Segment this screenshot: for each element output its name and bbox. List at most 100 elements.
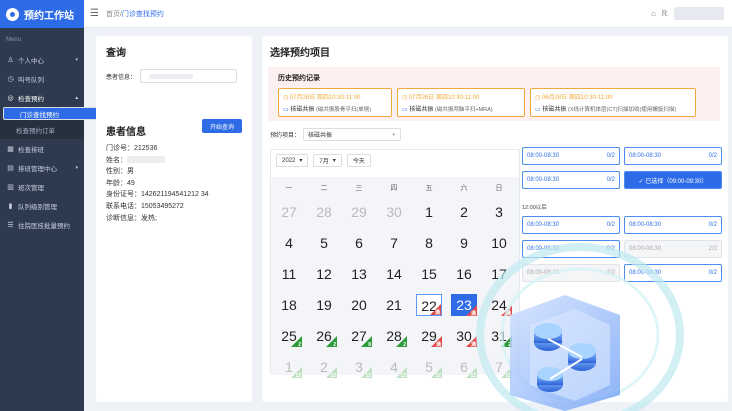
history-item[interactable]: ◷ 07月28日 周四10:30-11:00 ▭ 核磁共振 (磁共振股骨平扫(单侧… xyxy=(278,88,392,117)
calendar-day[interactable]: 4 12 xyxy=(381,356,407,379)
calendar-day[interactable]: 312 xyxy=(346,356,372,379)
sidebar-item-6[interactable]: ▤ 排班管理中心 ▾ xyxy=(0,158,84,177)
availability-label: 12 xyxy=(330,373,336,379)
weekday-label: 五 xyxy=(425,185,433,192)
chevron-down-icon: ▾ xyxy=(392,131,396,138)
sidebar-item-label: 叫号队列 xyxy=(18,76,44,84)
weekday-label: 六 xyxy=(460,185,468,192)
calendar-day[interactable]: 7 xyxy=(381,232,407,254)
calendar-day[interactable]: 28 xyxy=(311,201,337,223)
calendar-day[interactable]: 13 xyxy=(346,263,372,285)
calendar-day[interactable]: 11 xyxy=(276,263,302,285)
breadcrumb-home[interactable]: 首页/ xyxy=(106,11,122,18)
calendar-day[interactable]: 20 xyxy=(346,294,372,316)
calendar-day[interactable]: 2 xyxy=(451,201,477,223)
sidebar-item-5[interactable]: ▦ 检查排班 xyxy=(0,139,84,158)
breadcrumb: 首页/门诊查找预约 xyxy=(106,9,164,19)
calendar-day[interactable]: 6 xyxy=(346,232,372,254)
calendar-day[interactable]: 8 xyxy=(416,232,442,254)
query-card: 查询 患者信息： 开始查询 患者信息 门诊号：212536 姓名： 性别：男 年… xyxy=(96,36,252,402)
diagnosis: 发热; xyxy=(141,214,157,222)
slot-section-caption: 12:00以后 xyxy=(522,205,547,211)
weekday-label: 一 xyxy=(285,185,293,192)
user-icon[interactable]: Ꭱ xyxy=(662,9,668,19)
calendar-day[interactable]: 21 xyxy=(381,294,407,316)
clock-icon: ◷ xyxy=(7,75,14,83)
decorative-illustration xyxy=(476,243,684,411)
sidebar-item-label: 检查排班 xyxy=(18,146,44,154)
target-icon: ◎ xyxy=(7,94,14,102)
app-logo: 预约工作站 xyxy=(0,0,84,28)
menu-toggle-icon[interactable]: ☰ xyxy=(90,8,99,19)
sidebar-item-label: 排班管理中心 xyxy=(18,165,57,173)
history-title: 历史预约记录 xyxy=(278,75,320,82)
patient-input[interactable] xyxy=(140,69,238,83)
home-icon[interactable]: ⌂ xyxy=(651,9,656,18)
today-button[interactable]: 今天 xyxy=(346,154,371,167)
calendar-day[interactable]: 19 xyxy=(311,294,337,316)
gender: 男 xyxy=(127,168,134,176)
calendar-day[interactable]: 5 xyxy=(311,232,337,254)
calendar-day[interactable]: 25 2 xyxy=(276,325,302,348)
calendar-day[interactable]: 15 xyxy=(416,263,442,285)
time-slot[interactable]: 08:00-08:30 0/2 xyxy=(522,147,620,165)
calendar-day[interactable]: 30 xyxy=(381,201,407,223)
history-item[interactable]: ◷ 06月28日 周四10:30-11:00 ▭ 核磁共振 (X线计算机体层(CT… xyxy=(530,88,696,117)
calendar-day[interactable]: 14 xyxy=(381,263,407,285)
sidebar-item-label: 检查预约订单 xyxy=(16,127,55,135)
age: 49 xyxy=(127,179,135,187)
patient-label: 患者信息： xyxy=(106,74,137,81)
sidebar-item-2[interactable]: ◎ 检查预约 ▴ xyxy=(0,88,84,107)
weekday-label: 日 xyxy=(495,185,503,192)
search-button[interactable]: 开始查询 xyxy=(202,119,242,133)
calendar-day[interactable]: 22 满 xyxy=(416,294,442,316)
user-icon: ♙ xyxy=(7,56,14,64)
time-slot[interactable]: 08:00-08:30 0/2 xyxy=(624,147,722,165)
sidebar-item-3[interactable]: 门诊查找预约 xyxy=(3,107,101,120)
sidebar-item-label: 班次管理 xyxy=(18,184,44,192)
calendar-day[interactable]: 1 12 xyxy=(276,356,302,379)
weekday-label: 三 xyxy=(355,185,363,192)
calendar-day[interactable]: 18 xyxy=(276,294,302,316)
month-select[interactable]: 7月 ▾ xyxy=(313,154,342,167)
calendar-day[interactable]: 3 xyxy=(486,201,512,223)
calendar-day[interactable]: 4 xyxy=(276,232,302,254)
user-name[interactable] xyxy=(674,7,724,20)
sidebar-item-4[interactable]: 检查预约订单 xyxy=(0,120,84,139)
selected-slot[interactable]: ✓ 已选择（09:00-09:30） xyxy=(624,171,722,189)
sidebar-item-7[interactable]: ▥ 班次管理 xyxy=(0,177,84,196)
breadcrumb-current: 门诊查找预约 xyxy=(121,10,164,18)
calendar-day[interactable]: 28 2 xyxy=(381,325,407,348)
top-bar: ☰ 首页/门诊查找预约 ⌂ Ꭱ xyxy=(84,0,732,28)
sidebar-item-label: 检查预约 xyxy=(18,95,44,103)
calendar-day[interactable]: 1 xyxy=(416,201,442,223)
chevron-down-icon: ▾ xyxy=(299,158,303,164)
sidebar-item-label: 队列级别管理 xyxy=(18,203,57,211)
monitor-icon: ▭ xyxy=(402,107,408,113)
history-item[interactable]: ◷ 07月26日 周四10:30-11:00 ▭ 核磁共振 (磁共振颅脑平扫+MR… xyxy=(397,88,525,117)
calendar-day[interactable]: 2 12 xyxy=(311,356,337,379)
item-select[interactable]: 核磁共振 ▾ xyxy=(303,128,402,141)
calendar-day[interactable]: 27 8 xyxy=(346,325,372,348)
sidebar-item-1[interactable]: ◷ 叫号队列 xyxy=(0,69,84,88)
calendar-day[interactable]: 12 xyxy=(311,263,337,285)
sidebar-item-0[interactable]: ♙ 个人中心 ▾ xyxy=(0,50,84,69)
calendar-day[interactable]: 26 2 xyxy=(311,325,337,348)
history-panel: 历史预约记录 ◷ 07月28日 周四10:30-11:00 ▭ 核磁共振 (磁共振… xyxy=(268,67,720,121)
clinic-no: 212536 xyxy=(134,145,158,152)
sidebar-item-8[interactable]: ▮ 队列级别管理 xyxy=(0,196,84,215)
availability-label: 12 xyxy=(435,373,441,379)
sidebar-item-label: 门诊查找预约 xyxy=(20,111,59,119)
sidebar-item-label: 个人中心 xyxy=(18,57,44,65)
time-slot[interactable]: 08:00-08:30 0/2 xyxy=(522,171,620,189)
item-label: 预约项目： xyxy=(270,133,301,139)
year-select[interactable]: 2022 ▾ xyxy=(276,154,309,167)
availability-label: 2 xyxy=(403,342,406,348)
menu-icon: ☰ xyxy=(7,221,14,229)
sidebar-item-9[interactable]: ☰ 住院医技批量预约 xyxy=(0,215,84,234)
calendar-day[interactable]: 27 xyxy=(276,201,302,223)
calendar-day[interactable]: 29 xyxy=(346,201,372,223)
calendar-day[interactable]: 5 12 xyxy=(416,356,442,379)
bars-icon: ▮ xyxy=(8,202,13,210)
calendar-day[interactable]: 29 满 xyxy=(416,325,442,348)
